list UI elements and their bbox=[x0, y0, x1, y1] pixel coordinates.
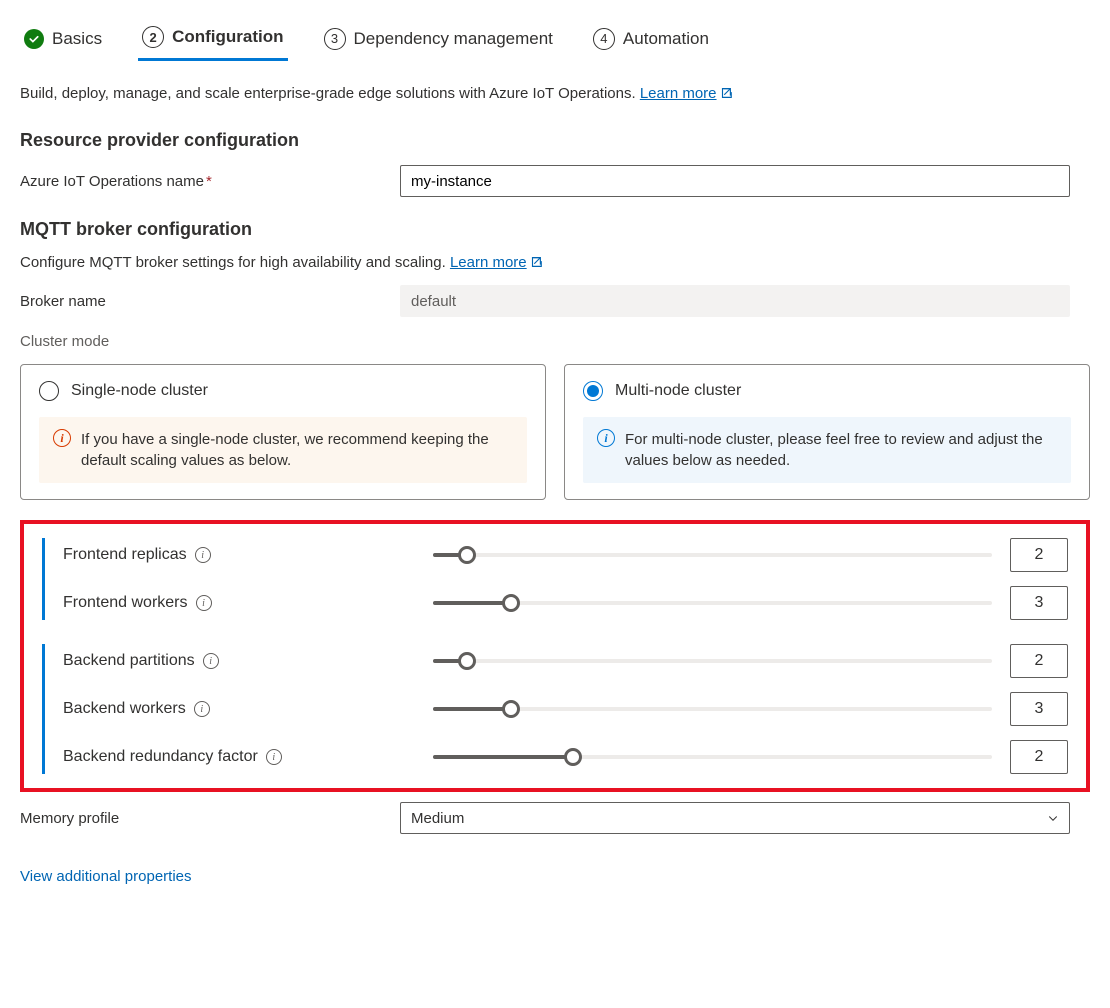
page-description: Build, deploy, manage, and scale enterpr… bbox=[20, 85, 1090, 102]
view-additional-properties-link[interactable]: View additional properties bbox=[20, 868, 192, 885]
step-number: 3 bbox=[324, 28, 346, 50]
tab-dependency-management[interactable]: 3 Dependency management bbox=[320, 20, 557, 61]
info-icon[interactable]: i bbox=[203, 653, 219, 669]
step-number: 2 bbox=[142, 26, 164, 48]
radio-label: Multi-node cluster bbox=[615, 382, 741, 400]
tab-label: Dependency management bbox=[354, 29, 553, 49]
chevron-down-icon bbox=[1047, 812, 1059, 824]
mqtt-broker-section: MQTT broker configuration Configure MQTT… bbox=[20, 219, 1090, 885]
cluster-mode-options: Single-node cluster i If you have a sing… bbox=[20, 364, 1090, 500]
section-description: Configure MQTT broker settings for high … bbox=[20, 254, 1090, 271]
cluster-mode-label: Cluster mode bbox=[20, 333, 1090, 350]
tab-label: Automation bbox=[623, 29, 709, 49]
broker-name-input bbox=[400, 285, 1070, 317]
wizard-tabs: Basics 2 Configuration 3 Dependency mana… bbox=[20, 20, 1090, 61]
tab-configuration[interactable]: 2 Configuration bbox=[138, 20, 287, 61]
radio-icon bbox=[583, 381, 603, 401]
slider-value-input[interactable]: 2 bbox=[1010, 740, 1068, 774]
radio-icon bbox=[39, 381, 59, 401]
tab-basics[interactable]: Basics bbox=[20, 20, 106, 61]
memory-profile-label: Memory profile bbox=[20, 810, 400, 827]
slider-backend-partitions: Backend partitionsi 2 bbox=[63, 644, 1068, 678]
info-icon[interactable]: i bbox=[195, 547, 211, 563]
iot-name-label: Azure IoT Operations name* bbox=[20, 173, 400, 190]
step-number: 4 bbox=[593, 28, 615, 50]
check-icon bbox=[24, 29, 44, 49]
slider-track[interactable] bbox=[433, 601, 992, 605]
frontend-slider-group: Frontend replicasi 2 Frontend workersi 3 bbox=[42, 538, 1068, 620]
radio-label: Single-node cluster bbox=[71, 382, 208, 400]
learn-more-link[interactable]: Learn more bbox=[640, 85, 733, 102]
cluster-card-multi[interactable]: Multi-node cluster i For multi-node clus… bbox=[564, 364, 1090, 500]
tab-label: Configuration bbox=[172, 27, 283, 47]
scaling-sliders-highlight: Frontend replicasi 2 Frontend workersi 3… bbox=[20, 520, 1090, 792]
info-icon[interactable]: i bbox=[266, 749, 282, 765]
slider-value-input[interactable]: 2 bbox=[1010, 538, 1068, 572]
slider-frontend-replicas: Frontend replicasi 2 bbox=[63, 538, 1068, 572]
tab-automation[interactable]: 4 Automation bbox=[589, 20, 713, 61]
external-link-icon bbox=[529, 255, 543, 269]
iot-name-input[interactable] bbox=[400, 165, 1070, 197]
info-icon[interactable]: i bbox=[196, 595, 212, 611]
broker-name-label: Broker name bbox=[20, 293, 400, 310]
slider-frontend-workers: Frontend workersi 3 bbox=[63, 586, 1068, 620]
learn-more-link[interactable]: Learn more bbox=[450, 254, 543, 271]
tab-label: Basics bbox=[52, 29, 102, 49]
external-link-icon bbox=[719, 86, 733, 100]
slider-backend-redundancy: Backend redundancy factori 2 bbox=[63, 740, 1068, 774]
slider-value-input[interactable]: 3 bbox=[1010, 586, 1068, 620]
slider-value-input[interactable]: 2 bbox=[1010, 644, 1068, 678]
slider-value-input[interactable]: 3 bbox=[1010, 692, 1068, 726]
info-message: i For multi-node cluster, please feel fr… bbox=[583, 417, 1071, 483]
resource-provider-section: Resource provider configuration Azure Io… bbox=[20, 130, 1090, 197]
section-heading: Resource provider configuration bbox=[20, 130, 1090, 151]
section-heading: MQTT broker configuration bbox=[20, 219, 1090, 240]
info-icon: i bbox=[597, 429, 615, 447]
slider-track[interactable] bbox=[433, 755, 992, 759]
info-message: i If you have a single-node cluster, we … bbox=[39, 417, 527, 483]
cluster-card-single[interactable]: Single-node cluster i If you have a sing… bbox=[20, 364, 546, 500]
info-icon[interactable]: i bbox=[194, 701, 210, 717]
slider-track[interactable] bbox=[433, 553, 992, 557]
backend-slider-group: Backend partitionsi 2 Backend workersi 3… bbox=[42, 644, 1068, 774]
slider-track[interactable] bbox=[433, 707, 992, 711]
memory-profile-dropdown[interactable]: Medium bbox=[400, 802, 1070, 834]
slider-backend-workers: Backend workersi 3 bbox=[63, 692, 1068, 726]
slider-track[interactable] bbox=[433, 659, 992, 663]
info-icon: i bbox=[53, 429, 71, 447]
